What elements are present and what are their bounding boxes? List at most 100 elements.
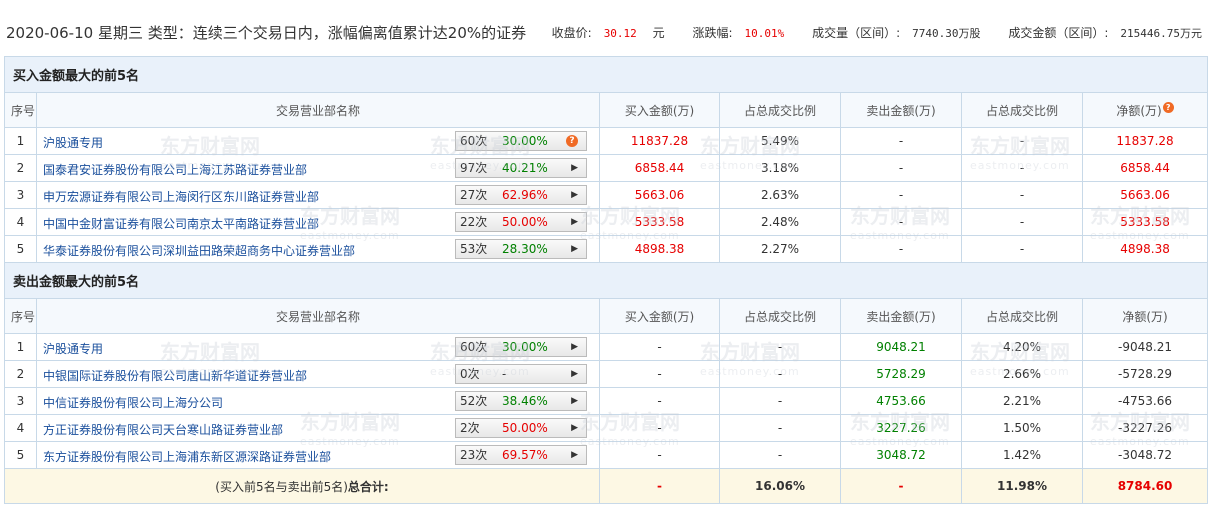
change-label: 涨跌幅:: [692, 26, 733, 40]
table-row: 4 中国中金财富证券有限公司南京太平南路证券营业部 22次 50.00% ▶ 5333.5…: [4, 208, 1209, 236]
sell-amount: 5728.29: [840, 360, 962, 388]
branch-stats-button[interactable]: 52次 38.46% ▶: [455, 391, 587, 411]
sell-amount: -: [840, 127, 962, 155]
win-rate: 30.00%: [502, 340, 548, 354]
buy-amount: 5663.06: [599, 181, 720, 209]
net-amount: 11837.28: [1081, 127, 1209, 155]
win-rate: 30.00%: [502, 134, 548, 148]
col-net: 净额(万): [1081, 298, 1209, 334]
expand-arrow-icon: ▶: [571, 450, 578, 460]
branch-stats-button[interactable]: 97次 40.21% ▶: [455, 158, 587, 178]
table-row: 1 沪股通专用 60次 30.00% ▶ - -9048.21 4.20% -9048.21: [4, 333, 1209, 361]
sell-amount: -: [840, 181, 962, 209]
expand-arrow-icon: ▶: [571, 396, 578, 406]
win-rate: 28.30%: [502, 242, 548, 256]
buy-amount: 5333.58: [599, 208, 720, 236]
win-rate: 38.46%: [502, 394, 548, 408]
amount-value: 215446.75万元: [1120, 27, 1202, 40]
sell-ratio: -: [961, 127, 1083, 155]
branch-stats-button[interactable]: 60次 30.00% ▶: [455, 337, 587, 357]
branch-stats-button[interactable]: 23次 69.57% ▶: [455, 445, 587, 465]
help-icon[interactable]: ?: [566, 135, 578, 147]
table-row: 2 中银国际证券股份有限公司唐山新华道证券营业部 0次 - ▶ - -5728.29 2.66…: [4, 360, 1209, 388]
buy-ratio: 2.27%: [719, 235, 841, 263]
header-title: 2020-06-10 星期三 类型：连续三个交易日内，涨幅偏离值累计达20%的证…: [6, 22, 526, 43]
col-seq: 序号: [4, 298, 37, 334]
branch-link[interactable]: 沪股通专用: [43, 340, 103, 357]
net-amount: 6858.44: [1081, 154, 1209, 182]
close-value: 30.12: [603, 27, 637, 40]
table-row: 5 华泰证券股份有限公司深圳益田路荣超商务中心证券营业部 53次 28.30% ▶ 489…: [4, 235, 1209, 263]
sell_section-section-header: 卖出金额最大的前5名: [3, 262, 1209, 299]
sell-ratio: -: [961, 235, 1083, 263]
expand-arrow-icon: ▶: [571, 217, 578, 227]
win-rate: 50.00%: [502, 421, 548, 435]
listing-count: 22次: [460, 215, 488, 229]
branch-cell: 方正证券股份有限公司天台寒山路证券营业部 2次 50.00% ▶: [36, 414, 600, 442]
buy-amount: -: [599, 441, 720, 469]
amount-label: 成交金额（区间）:: [1008, 26, 1109, 40]
branch-link[interactable]: 中信证券股份有限公司上海分公司: [43, 394, 223, 411]
sell-ratio: 4.20%: [961, 333, 1083, 361]
buy-amount: 11837.28: [599, 127, 720, 155]
branch-link[interactable]: 中国中金财富证券有限公司南京太平南路证券营业部: [43, 215, 319, 232]
weekday: 星期三: [97, 24, 143, 42]
net-amount: 5333.58: [1081, 208, 1209, 236]
win-rate: 40.21%: [502, 161, 548, 175]
col-net-label: 净额(万): [1122, 309, 1168, 324]
branch-link[interactable]: 中银国际证券股份有限公司唐山新华道证券营业部: [43, 367, 307, 384]
sell-amount: 4753.66: [840, 387, 962, 415]
table-row: 5 东方证券股份有限公司上海浦东新区源深路证券营业部 23次 69.57% ▶ - -304…: [4, 441, 1209, 469]
col-buy-pct: 占总成交比例: [719, 298, 841, 334]
branch-link[interactable]: 华泰证券股份有限公司深圳益田路荣超商务中心证券营业部: [43, 242, 355, 259]
branch-link[interactable]: 国泰君安证券股份有限公司上海江苏路证券营业部: [43, 161, 307, 178]
buy-ratio: -: [719, 414, 841, 442]
buy-ratio: -: [719, 333, 841, 361]
section-title: 卖出金额最大的前5名: [3, 262, 1209, 299]
help-icon[interactable]: ?: [1162, 101, 1174, 113]
sell-ratio: 2.66%: [961, 360, 1083, 388]
col-net-label: 净额(万): [1116, 103, 1162, 118]
listing-count: 60次: [460, 340, 488, 354]
row-seq: 4: [4, 414, 37, 442]
buy_section-section-header: 买入金额最大的前5名: [3, 56, 1209, 93]
expand-arrow-icon: ▶: [571, 190, 578, 200]
dragon-tiger-table: 买入金额最大的前5名 序号 交易营业部名称 买入金额(万) 占总成交比例 卖出金额(万) 占…: [3, 56, 1209, 504]
col-seq-label: 序号: [11, 309, 36, 324]
row-seq: 1: [4, 127, 37, 155]
expand-arrow-icon: ▶: [571, 163, 578, 173]
listing-count: 2次: [460, 421, 480, 435]
col-sell-label: 卖出金额(万): [866, 309, 936, 324]
col-buy-pct-label: 占总成交比例: [743, 309, 816, 324]
listing-count: 60次: [460, 134, 488, 148]
branch-stats-button[interactable]: 53次 28.30% ▶: [455, 239, 587, 259]
row-seq: 1: [4, 333, 37, 361]
total-sell-ratio: 11.98%: [961, 468, 1083, 504]
branch-cell: 沪股通专用 60次 30.00% ▶: [36, 333, 600, 361]
branch-stats-button[interactable]: 2次 50.00% ▶: [455, 418, 587, 438]
close-unit: 元: [652, 26, 665, 40]
branch-link[interactable]: 沪股通专用: [43, 134, 103, 151]
buy-ratio: -: [719, 360, 841, 388]
col-name: 交易营业部名称: [36, 298, 600, 334]
row-seq: 4: [4, 208, 37, 236]
buy-ratio: 2.48%: [719, 208, 841, 236]
branch-stats-button[interactable]: 0次 - ▶: [455, 364, 587, 384]
branch-link[interactable]: 申万宏源证券有限公司上海闵行区东川路证券营业部: [43, 188, 319, 205]
branch-link[interactable]: 方正证券股份有限公司天台寒山路证券营业部: [43, 421, 283, 438]
sell-ratio: 2.21%: [961, 387, 1083, 415]
type-label: 类型：: [147, 24, 193, 42]
branch-stats-button[interactable]: 22次 50.00% ▶: [455, 212, 587, 232]
row-seq: 2: [4, 154, 37, 182]
total-label-prefix: (买入前5名与卖出前5名): [215, 479, 348, 494]
total-row: (买入前5名与卖出前5名)总合计: -16.06% -11.98% 8784.60: [4, 468, 1209, 504]
listing-count: 52次: [460, 394, 488, 408]
table-row: 4 方正证券股份有限公司天台寒山路证券营业部 2次 50.00% ▶ - -3227.26 1…: [4, 414, 1209, 442]
branch-stats-button[interactable]: 27次 62.96% ▶: [455, 185, 587, 205]
branch-link[interactable]: 东方证券股份有限公司上海浦东新区源深路证券营业部: [43, 448, 331, 465]
buy-ratio: 2.63%: [719, 181, 841, 209]
branch-stats-button[interactable]: 60次 30.00%?: [455, 131, 587, 151]
section-title: 买入金额最大的前5名: [3, 56, 1209, 93]
branch-cell: 华泰证券股份有限公司深圳益田路荣超商务中心证券营业部 53次 28.30% ▶: [36, 235, 600, 263]
net-amount: -3227.26: [1081, 414, 1209, 442]
